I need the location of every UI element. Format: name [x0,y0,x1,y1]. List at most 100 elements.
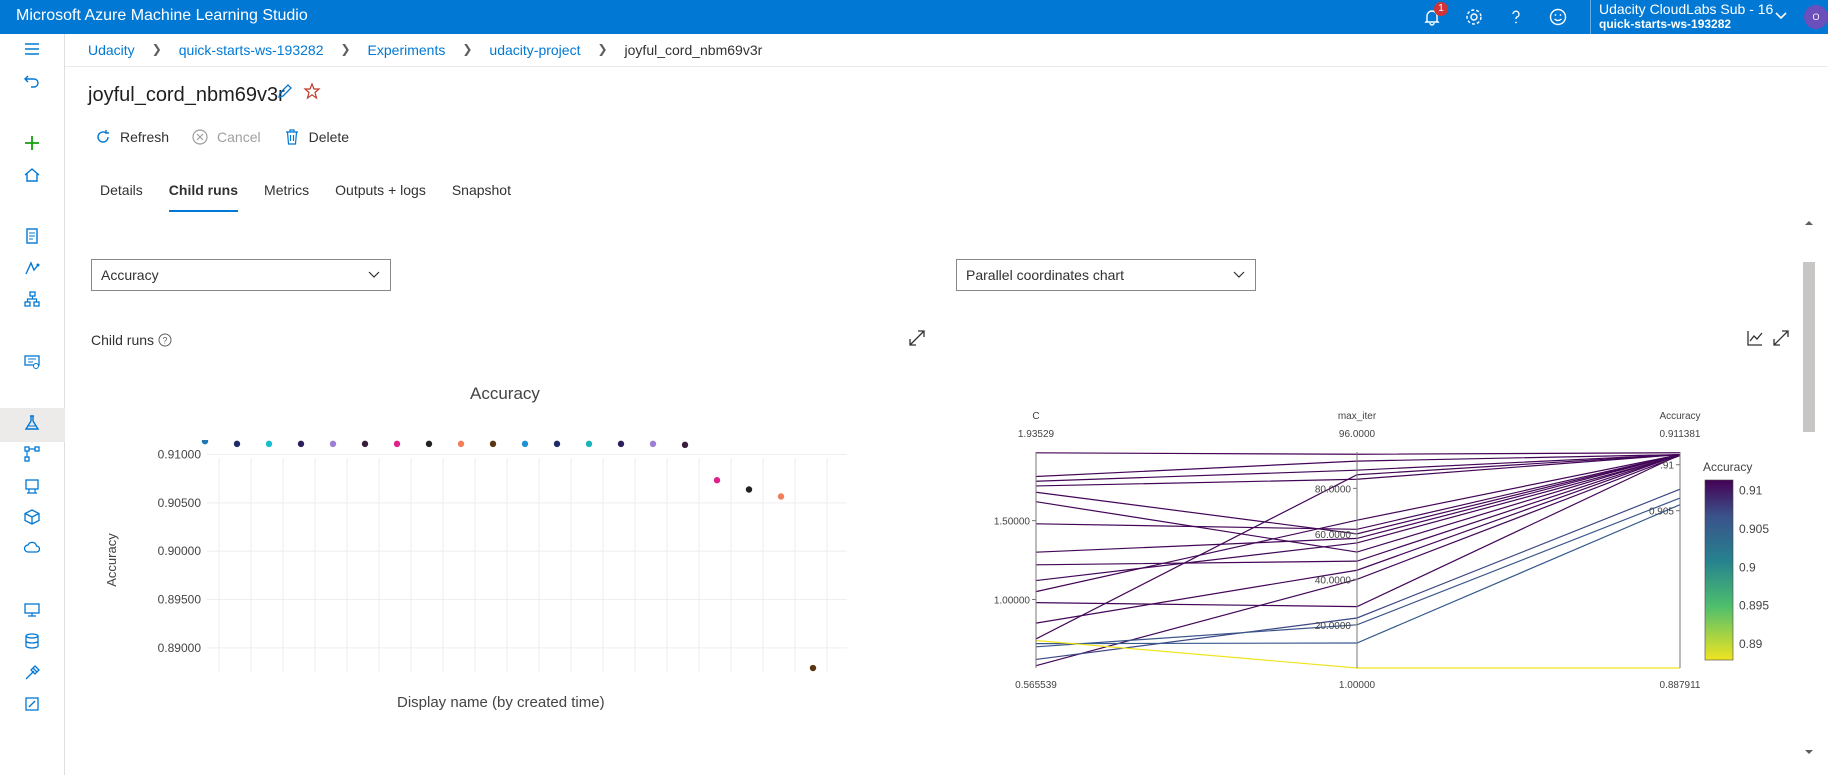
scatter-point[interactable] [425,440,433,448]
scatter-point[interactable] [489,440,497,448]
scatter-point[interactable] [617,440,625,448]
refresh-button[interactable]: Refresh [94,128,169,146]
notifications-bell-icon[interactable]: 1 [1420,2,1448,29]
avatar[interactable]: O [1804,5,1828,29]
parallel-coordinates-chart: C 1.93529 0.565539 1.50000 1.00000 max_iter 96… [994,411,1770,691]
line-chart-icon[interactable] [1746,329,1764,352]
datasets-icon[interactable] [20,349,44,373]
expand-icon[interactable] [1772,329,1790,352]
tab-outputs-logs[interactable]: Outputs + logs [335,182,426,212]
tab-snapshot[interactable]: Snapshot [452,182,511,212]
scrollbar-thumb[interactable] [1803,262,1815,432]
y-tick-label: 0.89500 [158,593,202,607]
expand-icon[interactable] [908,329,926,352]
hamburger-menu-icon[interactable] [20,37,44,61]
scroll-up-arrow-icon[interactable] [1804,218,1814,228]
delete-label: Delete [308,129,350,145]
y-tick-label: 0.90000 [158,544,202,558]
account-switcher[interactable]: Udacity CloudLabs Sub - 16 quick-starts-… [1590,0,1773,34]
breadcrumb-current-run: joyful_cord_nbm69v3r [624,42,763,58]
refresh-icon [97,130,109,143]
scatter-x-axis-label: Display name (by created time) [397,694,605,711]
delete-button[interactable]: Delete [283,128,349,146]
scatter-point[interactable] [777,493,785,500]
home-icon[interactable] [20,163,44,187]
tab-child-runs[interactable]: Child runs [168,182,239,212]
axis-min-label: 0.887911 [1660,680,1701,691]
scatter-chart-title: Accuracy [470,384,540,403]
breadcrumb-experiment[interactable]: udacity-project [489,42,580,58]
scatter-point[interactable] [457,440,465,448]
linked-services-icon[interactable] [20,692,44,716]
scatter-point[interactable] [809,664,817,672]
parallel-line[interactable] [1035,452,1681,455]
parallel-line[interactable] [1035,454,1681,535]
breadcrumb-udacity[interactable]: Udacity [88,42,135,58]
tab-metrics[interactable]: Metrics [264,182,309,212]
axis-name: C [1032,411,1039,422]
parallel-line[interactable] [1035,453,1681,478]
scatter-point[interactable] [521,440,529,448]
scatter-point[interactable] [649,440,657,448]
subscription-name: Udacity CloudLabs Sub - 16 [1599,1,1774,17]
back-arrow-icon[interactable] [20,69,44,93]
scatter-point[interactable] [393,440,401,448]
settings-gear-icon[interactable] [1462,5,1486,29]
chevron-down-icon[interactable] [1772,6,1790,29]
metric-dropdown[interactable]: Accuracy [91,259,391,291]
scatter-point[interactable] [745,486,753,493]
favorite-star-icon[interactable] [303,82,321,105]
parallel-line[interactable] [1035,639,1681,669]
axis-max-label: 96.0000 [1339,429,1376,440]
chart-type-dropdown-value: Parallel coordinates chart [966,267,1124,283]
breadcrumb-workspace[interactable]: quick-starts-ws-193282 [179,42,324,58]
scroll-down-arrow-icon[interactable] [1804,747,1814,757]
scatter-point[interactable] [681,441,689,449]
cancel-button[interactable]: Cancel [191,128,261,146]
colorbar-tick-label: 0.91 [1739,484,1763,498]
experiments-flask-icon[interactable] [20,411,44,435]
scatter-point[interactable] [585,440,593,448]
models-icon[interactable] [20,474,44,498]
tab-details[interactable]: Details [100,182,143,212]
child-runs-title: Child runs [91,332,155,348]
scatter-point[interactable] [233,440,241,448]
app-title[interactable]: Microsoft Azure Machine Learning Studio [16,7,308,25]
scatter-point[interactable] [361,440,369,448]
chevron-right-icon: ❯ [340,42,351,56]
svg-text:?: ? [163,336,168,346]
colorbar-tick-label: 0.89 [1739,637,1763,651]
parallel-line[interactable] [1035,454,1681,553]
vertical-scrollbar[interactable] [1800,218,1818,775]
axis-tick-label: 80.0000 [1315,484,1352,495]
scatter-point[interactable] [329,440,337,448]
data-labeling-icon[interactable] [20,661,44,685]
colorbar-title: Accuracy [1703,460,1752,474]
axis-max-label: 1.93529 [1018,429,1055,440]
compute-monitor-icon[interactable] [20,598,44,622]
scatter-point[interactable] [201,440,209,445]
pipelines-icon[interactable] [20,442,44,466]
info-question-icon[interactable]: ? [158,333,172,347]
scatter-point[interactable] [553,440,561,448]
notebooks-icon[interactable] [20,224,44,248]
metric-dropdown-value: Accuracy [101,267,159,283]
designer-icon[interactable] [20,287,44,311]
scatter-point[interactable] [713,477,721,484]
parallel-line[interactable] [1035,454,1681,553]
automated-ml-icon[interactable] [20,256,44,280]
create-new-plus-icon[interactable] [20,131,44,155]
colorbar [1704,479,1734,661]
scatter-point[interactable] [297,440,305,448]
colorbar-tick-label: 0.905 [1739,522,1769,536]
compute-cloud-icon[interactable] [20,536,44,560]
scatter-point[interactable] [265,440,273,448]
breadcrumb-experiments[interactable]: Experiments [368,42,446,58]
feedback-smiley-icon[interactable] [1546,5,1570,29]
help-question-icon[interactable] [1504,5,1528,29]
parallel-line[interactable] [1035,488,1681,661]
endpoints-cube-icon[interactable] [20,505,44,529]
chart-type-dropdown[interactable]: Parallel coordinates chart [956,259,1256,291]
datastores-icon[interactable] [20,629,44,653]
edit-pencil-icon[interactable] [276,82,294,105]
